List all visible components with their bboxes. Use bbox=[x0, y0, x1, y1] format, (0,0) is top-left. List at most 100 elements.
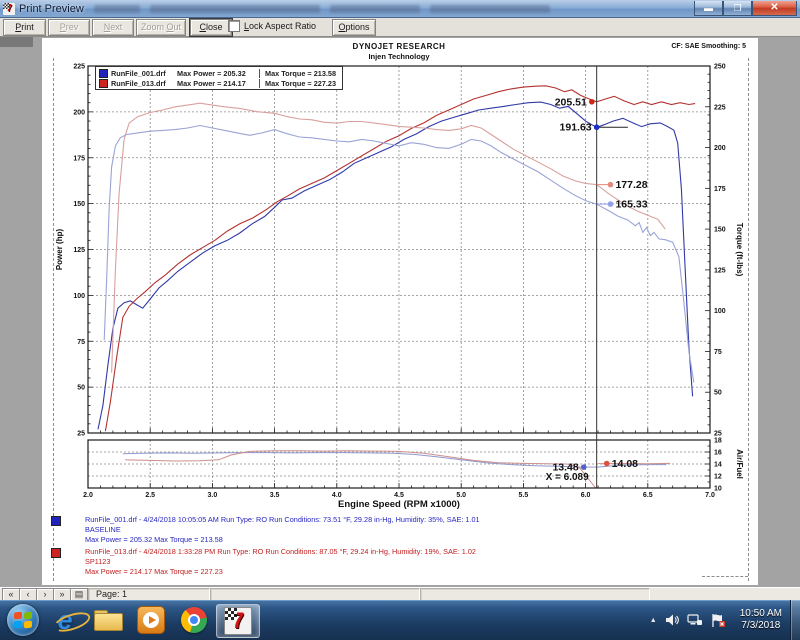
run-color-swatch bbox=[51, 516, 61, 526]
svg-text:225: 225 bbox=[714, 104, 726, 111]
airfuel-runfile-013 bbox=[125, 451, 595, 488]
taskbar-item-file-explorer[interactable] bbox=[89, 604, 127, 636]
options-button[interactable]: Options bbox=[332, 19, 376, 36]
run-info-013: RunFile_013.drf - 4/24/2018 1:33:28 PM R… bbox=[51, 547, 476, 577]
svg-text:2.0: 2.0 bbox=[83, 492, 93, 499]
redacted-text bbox=[330, 5, 420, 13]
start-button[interactable] bbox=[4, 604, 42, 636]
run-name: SP1123 bbox=[85, 557, 476, 567]
taskbar-clock[interactable]: 10:50 AM 7/3/2018 bbox=[740, 608, 782, 632]
next-page-button[interactable]: Next bbox=[92, 19, 134, 36]
svg-text:10: 10 bbox=[714, 486, 722, 493]
svg-text:125: 125 bbox=[73, 247, 85, 254]
legend-row: RunFile_013.drf Max Power = 214.17 Max T… bbox=[96, 78, 342, 88]
svg-text:100: 100 bbox=[73, 293, 85, 300]
zoom-out-button[interactable]: Zoom Out bbox=[136, 19, 186, 36]
media-player-icon bbox=[137, 606, 165, 634]
window-title: Print Preview bbox=[19, 3, 84, 15]
svg-text:50: 50 bbox=[714, 390, 722, 397]
cursor-value-label: 14.08 bbox=[612, 458, 638, 470]
svg-text:200: 200 bbox=[73, 109, 85, 116]
windows-start-orb-icon bbox=[7, 604, 39, 636]
svg-text:3.5: 3.5 bbox=[270, 492, 280, 499]
dyno-charts: 255075100125150175200225Power (hp)255075… bbox=[42, 38, 758, 587]
legend-max-power: Max Power = 214.17 bbox=[177, 79, 259, 88]
svg-text:50: 50 bbox=[77, 385, 85, 392]
preview-corner bbox=[0, 37, 33, 47]
power-runfile-001 bbox=[98, 102, 693, 429]
svg-text:175: 175 bbox=[714, 186, 726, 193]
left-margin-guide bbox=[53, 58, 54, 581]
redacted-text bbox=[150, 5, 320, 13]
svg-text:5.5: 5.5 bbox=[519, 492, 529, 499]
run-maxima: Max Power = 214.17 Max Torque = 227.23 bbox=[85, 567, 476, 577]
cursor-value-label: 165.33 bbox=[615, 199, 647, 211]
volume-icon[interactable] bbox=[665, 613, 679, 627]
tray-expand-icon[interactable]: ▲ bbox=[650, 617, 657, 624]
screen: { "window": { "title": "Print Preview" }… bbox=[0, 0, 800, 640]
cursor-value-label: 177.28 bbox=[615, 179, 647, 191]
svg-text:4.0: 4.0 bbox=[332, 492, 342, 499]
taskbar-item-internet-explorer[interactable]: e bbox=[46, 604, 84, 636]
taskbar-item-chrome[interactable] bbox=[175, 604, 213, 636]
run-conditions: RunFile_001.drf - 4/24/2018 10:05:05 AM … bbox=[85, 515, 480, 525]
run-info-text: RunFile_001.drf - 4/24/2018 10:05:05 AM … bbox=[85, 515, 480, 545]
minimize-button[interactable]: ▬ bbox=[694, 1, 723, 16]
power-torque-chart: 255075100125150175200225Power (hp)255075… bbox=[55, 64, 744, 438]
restore-button[interactable]: ❐ bbox=[723, 1, 752, 16]
preview-pane: DYNOJET RESEARCH Injen Technology CF: SA… bbox=[0, 36, 800, 587]
prev-page-button[interactable]: Prev bbox=[48, 19, 90, 36]
clock-date: 7/3/2018 bbox=[740, 620, 782, 632]
cursor-value-dot bbox=[608, 201, 614, 207]
torque-runfile-013 bbox=[112, 103, 666, 372]
report-subtitle: Injen Technology bbox=[249, 52, 549, 61]
svg-text:225: 225 bbox=[73, 64, 85, 71]
chart-legend: RunFile_001.drf Max Power = 205.32 Max T… bbox=[95, 66, 343, 90]
close-window-button[interactable]: ✕ bbox=[752, 1, 797, 16]
action-center-flag-icon[interactable] bbox=[711, 613, 726, 628]
series-color-swatch bbox=[99, 69, 108, 78]
taskbar-item-dynojet-active[interactable]: 7 bbox=[216, 604, 260, 638]
run-info-001: RunFile_001.drf - 4/24/2018 10:05:05 AM … bbox=[51, 515, 480, 545]
print-button[interactable]: Print bbox=[3, 19, 46, 36]
svg-text:150: 150 bbox=[714, 227, 726, 234]
run-maxima: Max Power = 205.32 Max Torque = 213.58 bbox=[85, 535, 480, 545]
network-icon[interactable] bbox=[687, 613, 703, 627]
svg-text:4.5: 4.5 bbox=[394, 492, 404, 499]
power-runfile-013 bbox=[105, 86, 695, 431]
cursor-value-dot bbox=[594, 124, 600, 130]
lock-aspect-ratio-label: Lock Aspect Ratio bbox=[244, 21, 316, 31]
svg-text:6.0: 6.0 bbox=[581, 492, 591, 499]
lock-aspect-ratio-checkbox[interactable] bbox=[228, 20, 240, 32]
windows-taskbar: e 7 ▲ 10:50 AM 7/3/2018 bbox=[0, 600, 800, 640]
print-preview-toolbar: Print Prev Next Zoom Out Close Lock Aspe… bbox=[0, 17, 800, 37]
dynojet-winpep-icon: 7 bbox=[224, 607, 252, 635]
air-fuel-chart: 2.02.53.03.54.04.55.05.56.06.57.0Engine … bbox=[83, 438, 744, 511]
svg-text:14: 14 bbox=[714, 462, 722, 469]
svg-text:75: 75 bbox=[77, 339, 85, 346]
svg-text:125: 125 bbox=[714, 267, 726, 274]
airfuel-runfile-001 bbox=[123, 453, 667, 468]
svg-text:150: 150 bbox=[73, 201, 85, 208]
cursor-value-dot bbox=[604, 461, 610, 467]
show-desktop-button[interactable] bbox=[790, 600, 800, 640]
cursor-value-dot bbox=[581, 464, 587, 470]
svg-text:250: 250 bbox=[714, 64, 726, 71]
internet-explorer-icon: e bbox=[57, 605, 72, 636]
chrome-icon bbox=[181, 607, 207, 633]
folder-icon bbox=[94, 610, 122, 630]
correction-smoothing-label: CF: SAE Smoothing: 5 bbox=[671, 43, 746, 50]
svg-text:6.5: 6.5 bbox=[643, 492, 653, 499]
run-conditions: RunFile_013.drf - 4/24/2018 1:33:28 PM R… bbox=[85, 547, 476, 557]
report-page: DYNOJET RESEARCH Injen Technology CF: SA… bbox=[42, 38, 758, 585]
redacted-text bbox=[94, 5, 140, 13]
svg-text:16: 16 bbox=[714, 450, 722, 457]
cursor-x-label: X = 6.089 bbox=[546, 472, 590, 483]
redacted-text bbox=[430, 5, 550, 13]
svg-text:3.0: 3.0 bbox=[208, 492, 218, 499]
close-preview-button[interactable]: Close bbox=[190, 19, 232, 36]
status-bar: « ‹ › » ▤ Page: 1 bbox=[0, 587, 800, 601]
cursor-value-label: 13.48 bbox=[552, 462, 578, 474]
axis-title-left: Power (hp) bbox=[55, 229, 64, 271]
taskbar-item-media-player[interactable] bbox=[132, 604, 170, 636]
